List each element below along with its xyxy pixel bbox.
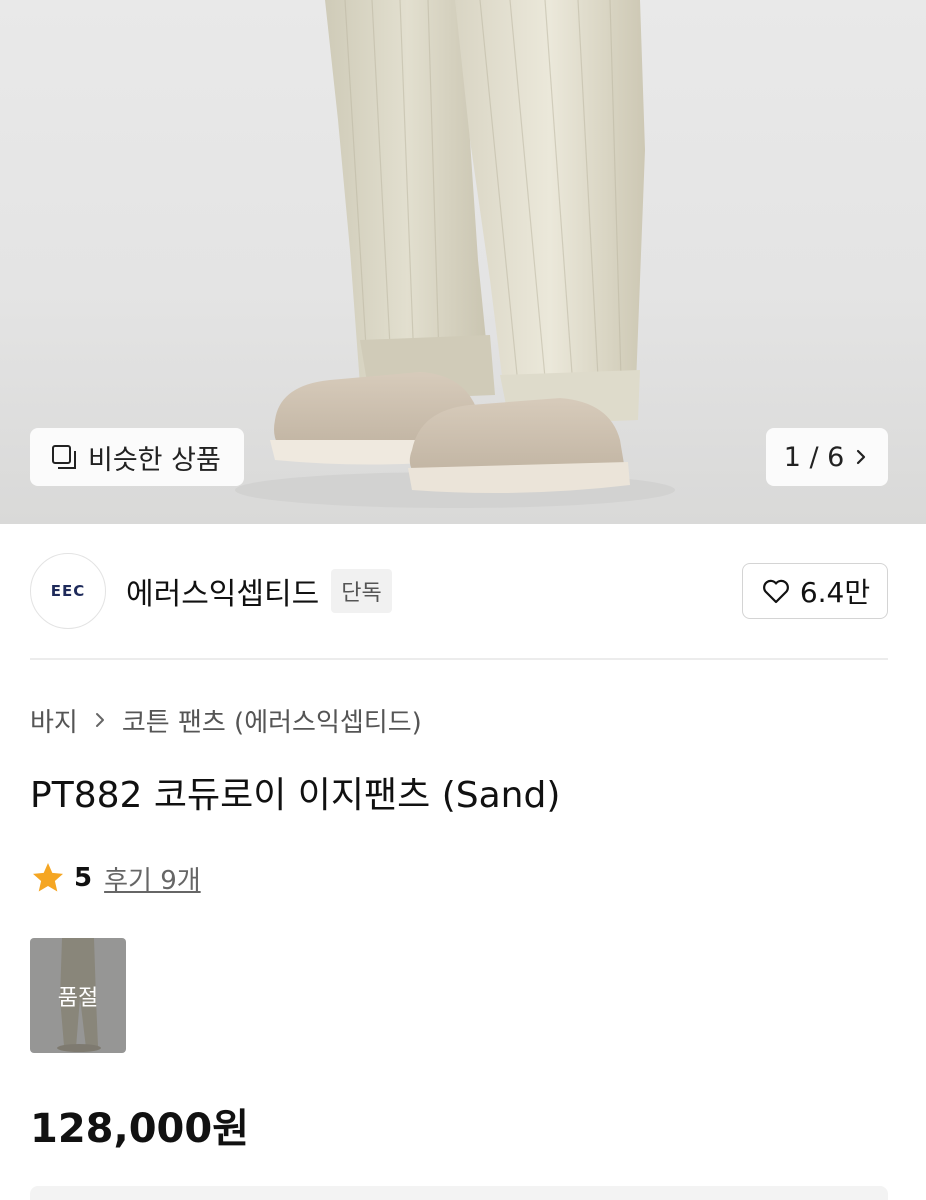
brand-name[interactable]: 에러스익셉티드 (126, 569, 319, 613)
sold-out-overlay: 품절 (30, 938, 126, 1053)
reviews-link[interactable]: 후기 9개 (104, 860, 201, 897)
image-page-count: 1 / 6 (783, 441, 845, 473)
similar-products-button[interactable]: 비슷한 상품 (30, 428, 244, 486)
like-count: 6.4만 (799, 576, 871, 609)
breadcrumb-subcategory[interactable]: 코튼 팬츠 (에러스익셉티드) (122, 702, 422, 739)
exclusive-badge: 단독 (331, 569, 392, 613)
product-title: PT882 코듀로이 이지팬츠 (Sand) (30, 775, 561, 816)
rating-row: 5 후기 9개 (30, 858, 201, 898)
variant-thumbnail[interactable]: 품절 (30, 938, 126, 1053)
like-button[interactable]: 6.4만 (742, 563, 888, 619)
chevron-right-icon (95, 713, 104, 727)
chevron-right-icon (857, 449, 866, 465)
sold-out-label: 품절 (57, 985, 99, 1011)
similar-products-icon (52, 445, 76, 469)
info-box (30, 1186, 888, 1200)
brand-logo-text: EEC (50, 582, 86, 600)
divider (30, 658, 888, 660)
heart-icon (762, 579, 789, 604)
breadcrumb-category[interactable]: 바지 (30, 702, 78, 739)
product-image-gallery[interactable]: 비슷한 상품 1 / 6 (0, 0, 926, 524)
product-price: 128,000원 (30, 1106, 249, 1152)
breadcrumb: 바지 코튼 팬츠 (에러스익셉티드) (30, 700, 422, 740)
brand-row: EEC 에러스익셉티드 단독 6.4만 (30, 552, 888, 630)
image-page-indicator[interactable]: 1 / 6 (766, 428, 888, 486)
similar-products-label: 비슷한 상품 (88, 444, 221, 476)
rating-score: 5 (74, 863, 93, 893)
star-icon (33, 863, 63, 892)
brand-logo[interactable]: EEC (30, 553, 106, 629)
